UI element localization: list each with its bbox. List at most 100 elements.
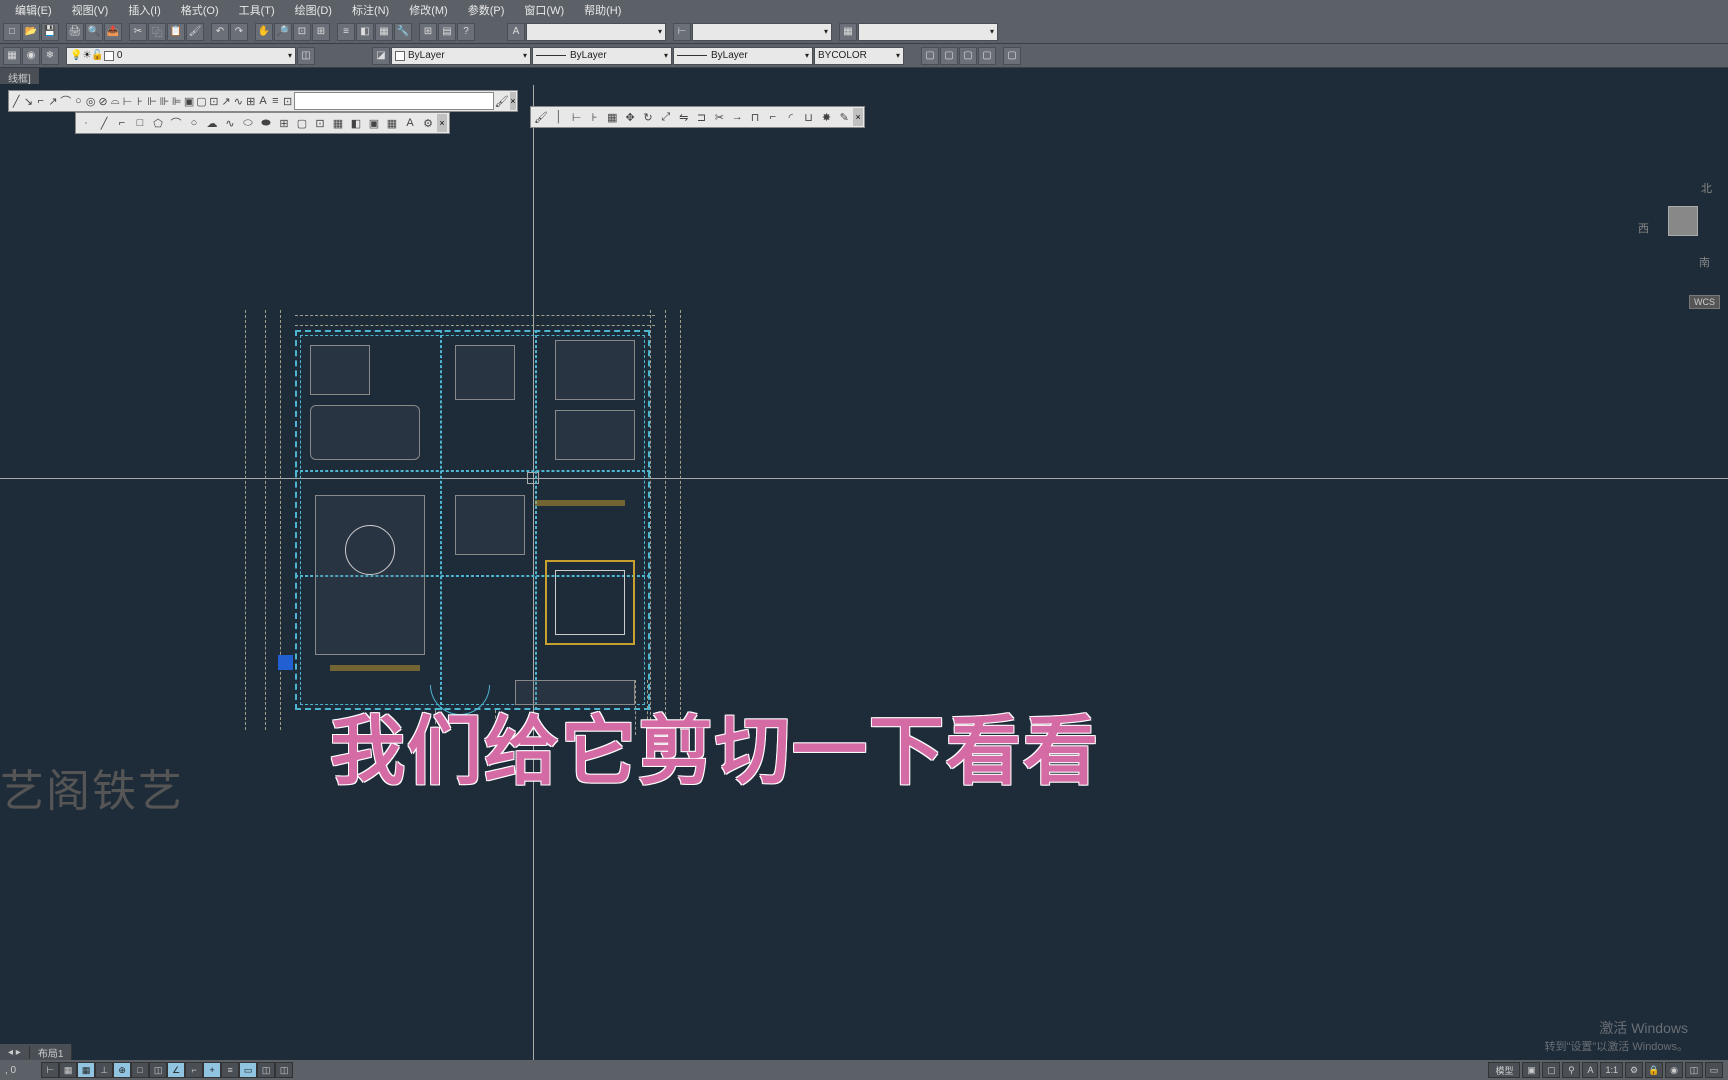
table2-icon[interactable]: ▦: [383, 114, 401, 132]
tpy-icon[interactable]: ▭: [239, 1062, 257, 1078]
color-btn-icon[interactable]: ◪: [372, 47, 390, 65]
otrack-icon[interactable]: ∠: [167, 1062, 185, 1078]
hardware-icon[interactable]: ◉: [1665, 1062, 1683, 1078]
menu-help[interactable]: 帮助(H): [574, 0, 631, 20]
layer-props-icon[interactable]: ▦: [3, 47, 21, 65]
ws-icon[interactable]: ⚙: [1625, 1062, 1643, 1078]
block3-icon[interactable]: ▢: [293, 114, 311, 132]
arc3-icon[interactable]: ⌒: [167, 114, 185, 132]
tol-icon[interactable]: ⊞: [245, 92, 257, 110]
point-icon[interactable]: ·: [77, 114, 95, 132]
arc-icon[interactable]: ⌒: [59, 92, 72, 110]
move-icon[interactable]: ✥: [621, 108, 639, 126]
table-icon[interactable]: ▦: [839, 23, 857, 41]
anno-icon[interactable]: ⚲: [1562, 1062, 1580, 1078]
help-icon[interactable]: ?: [457, 23, 475, 41]
dim-style-field[interactable]: [294, 92, 494, 110]
menu-draw[interactable]: 绘图(D): [285, 0, 342, 20]
linetype-dropdown[interactable]: ByLayer ▾: [532, 47, 672, 65]
ray-icon[interactable]: ↘: [22, 92, 34, 110]
grad-icon[interactable]: ◧: [347, 114, 365, 132]
break-icon[interactable]: ⊓: [746, 108, 764, 126]
open-icon[interactable]: 📂: [22, 23, 40, 41]
isolate-icon[interactable]: ◫: [1685, 1062, 1703, 1078]
rotate-icon[interactable]: ↻: [639, 108, 657, 126]
tool-icon[interactable]: 🔧: [394, 23, 412, 41]
polar-icon[interactable]: ⊕: [113, 1062, 131, 1078]
infer-icon[interactable]: ⊢: [41, 1062, 59, 1078]
lock-ui-icon[interactable]: 🔒: [1645, 1062, 1663, 1078]
viewcube[interactable]: 北 西 南 上: [1648, 180, 1718, 270]
layout-tab-nav[interactable]: ◂ ▸: [0, 1046, 30, 1059]
vp1-icon[interactable]: ▢: [921, 47, 939, 65]
join-icon[interactable]: ⊔: [800, 108, 818, 126]
offset-icon[interactable]: ⊐: [693, 108, 711, 126]
drawing-canvas[interactable]: 北 西 南 上 WCS: [0, 85, 1728, 1060]
ortho-icon[interactable]: ⊥: [95, 1062, 113, 1078]
plotstyle-dropdown[interactable]: BYCOLOR ▾: [814, 47, 904, 65]
ducs-icon[interactable]: ⌐: [185, 1062, 203, 1078]
menu-dimension[interactable]: 标注(N): [342, 0, 399, 20]
model-btn[interactable]: 模型: [1488, 1062, 1520, 1078]
layer-dropdown[interactable]: 💡 ☀ 🔓 0 ▾: [66, 47, 296, 65]
zoom-ext-icon[interactable]: ⊡: [293, 23, 311, 41]
hatch-icon[interactable]: ▦: [329, 114, 347, 132]
dim-h-icon[interactable]: ⊢: [121, 92, 133, 110]
dim-a-icon[interactable]: ⊦: [134, 92, 146, 110]
revcloud-icon[interactable]: ☁: [203, 114, 221, 132]
dim4-icon[interactable]: ⊦: [586, 108, 604, 126]
paste-icon[interactable]: 📋: [167, 23, 185, 41]
menu-tools[interactable]: 工具(T): [229, 0, 285, 20]
anno-scale-icon[interactable]: A: [1582, 1062, 1598, 1078]
dim-b-icon[interactable]: ⊫: [171, 92, 183, 110]
menu-view[interactable]: 视图(V): [62, 0, 119, 20]
ell2-icon[interactable]: ⬬: [257, 114, 275, 132]
vp5-icon[interactable]: ▢: [1003, 47, 1021, 65]
fillet-icon[interactable]: ◜: [782, 108, 800, 126]
dimstyle-dropdown[interactable]: ▾: [692, 23, 832, 41]
trim-icon[interactable]: ✂: [710, 108, 728, 126]
dyn-icon[interactable]: +: [203, 1062, 221, 1078]
draw-toolbar-1[interactable]: ╱ ↘ ⌐ ↗ ⌒ ○ ◎ ⊘ ⌓ ⊢ ⊦ ⊩ ⊪ ⊫ ▣ ▢ ⊡ ↗ ∿ ⊞ …: [8, 90, 518, 112]
zoom-icon[interactable]: 🔎: [274, 23, 292, 41]
clean-icon[interactable]: ▭: [1705, 1062, 1723, 1078]
menu-edit[interactable]: 编辑(E): [5, 0, 62, 20]
layer-freeze-icon[interactable]: ❄: [41, 47, 59, 65]
quick-icon[interactable]: ⊡: [208, 92, 220, 110]
edit-icon[interactable]: ✎: [835, 108, 853, 126]
publish-icon[interactable]: 📤: [104, 23, 122, 41]
layout-tab-1[interactable]: 布局1: [30, 1044, 73, 1061]
line-icon[interactable]: ╱: [10, 92, 22, 110]
pline-icon[interactable]: ⌐: [35, 92, 47, 110]
brush2-icon[interactable]: 🖌: [494, 92, 510, 110]
vp4-icon[interactable]: ▢: [978, 47, 996, 65]
lineweight-dropdown[interactable]: ByLayer ▾: [673, 47, 813, 65]
brush3-icon[interactable]: 🖌: [532, 108, 550, 126]
menu-insert[interactable]: 插入(I): [118, 0, 170, 20]
textstyle-dropdown[interactable]: ▾: [526, 23, 666, 41]
mirror-icon[interactable]: ⇋: [675, 108, 693, 126]
vp2-icon[interactable]: ▢: [940, 47, 958, 65]
tablestyle-dropdown[interactable]: ▾: [858, 23, 998, 41]
poly-icon[interactable]: ⬠: [149, 114, 167, 132]
grid-icon[interactable]: ▦: [603, 108, 621, 126]
grid-toggle-icon[interactable]: ▦: [77, 1062, 95, 1078]
zoom-win-icon[interactable]: ⊞: [312, 23, 330, 41]
text-icon[interactable]: A: [257, 92, 269, 110]
const-icon[interactable]: ⌐: [113, 114, 131, 132]
redo-icon[interactable]: ↷: [230, 23, 248, 41]
vp3-icon[interactable]: ▢: [959, 47, 977, 65]
save-icon[interactable]: 💾: [41, 23, 59, 41]
rect-icon[interactable]: □: [131, 114, 149, 132]
menu-format[interactable]: 格式(O): [171, 0, 229, 20]
preview-icon[interactable]: 🔍: [85, 23, 103, 41]
block2-icon[interactable]: ▢: [195, 92, 207, 110]
spline-icon[interactable]: ∿: [221, 114, 239, 132]
line-st-icon[interactable]: │: [550, 108, 568, 126]
dim-o-icon[interactable]: ⊪: [158, 92, 170, 110]
menu-parameter[interactable]: 参数(P): [458, 0, 515, 20]
quickview2-icon[interactable]: ▢: [1542, 1062, 1560, 1078]
text-a-icon[interactable]: A: [507, 23, 525, 41]
toolbar2-close-icon[interactable]: ×: [437, 114, 447, 132]
sc-icon[interactable]: ◫: [275, 1062, 293, 1078]
